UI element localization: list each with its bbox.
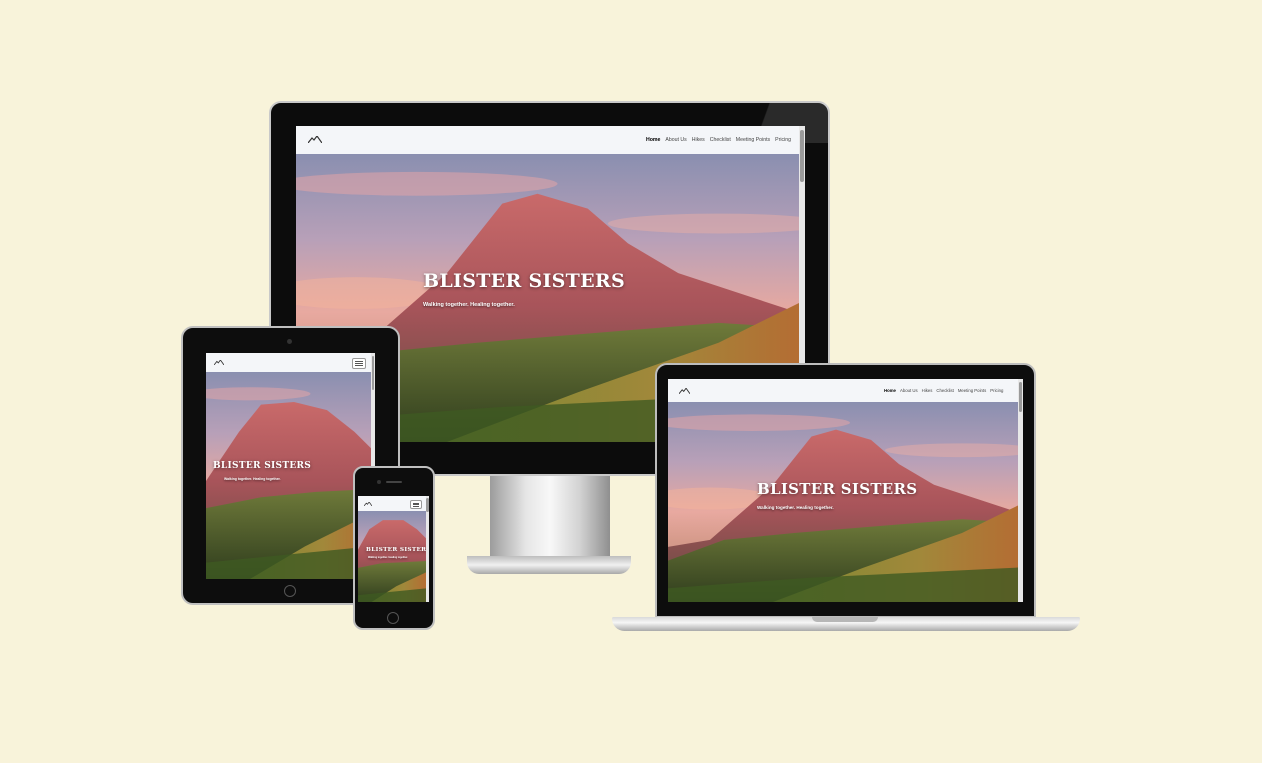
phone-screen: BLISTER SISTERS Walking together. Healin… [358,496,429,602]
tablet-camera [287,339,292,344]
phone-speaker [386,481,402,483]
laptop-screen: Home About Us Hikes Checklist Meeting Po… [668,379,1023,602]
navbar: Home About Us Hikes Checklist Meeting Po… [296,126,799,155]
monitor-stand [490,476,610,556]
hamburger-menu-icon[interactable] [352,358,366,369]
hero-image: BLISTER SISTERS Walking together. Healin… [206,372,371,579]
nav-item-meeting-points[interactable]: Meeting Points [958,388,986,393]
hero-title: BLISTER SISTERS [213,461,312,471]
nav-item-pricing[interactable]: Pricing [990,388,1003,393]
scrollbar[interactable] [426,496,429,602]
mountain-logo-icon[interactable] [308,136,322,143]
hero-image: BLISTER SISTERS Walking together. Healin… [358,511,426,602]
nav-item-about[interactable]: About Us [665,137,686,143]
hero-tagline: Walking together. Healing together. [757,505,834,510]
nav-item-checklist[interactable]: Checklist [710,137,731,143]
hero-image: BLISTER SISTERS Walking together. Healin… [668,402,1018,602]
nav-links: Home About Us Hikes Checklist Meeting Po… [646,137,791,143]
navbar [206,353,371,373]
hero-tagline: Walking together. Healing together. [224,477,281,481]
laptop-notch [812,617,878,622]
tablet-screen: BLISTER SISTERS Walking together. Healin… [206,353,375,579]
nav-item-hikes[interactable]: Hikes [922,388,933,393]
hero-title: BLISTER SISTERS [423,270,626,292]
nav-links: Home About Us Hikes Checklist Meeting Po… [884,388,1003,393]
mountain-logo-icon[interactable] [364,502,372,506]
hamburger-menu-icon[interactable] [410,500,422,509]
phone-home-button[interactable] [387,612,399,624]
nav-item-meeting-points[interactable]: Meeting Points [736,137,770,143]
nav-item-hikes[interactable]: Hikes [692,137,705,143]
hero-tagline: Walking together. Healing together. [368,556,408,559]
hero-title: BLISTER SISTERS [757,480,918,498]
nav-item-home[interactable]: Home [646,137,660,143]
monitor-stand-base [467,556,631,574]
hero-title: BLISTER SISTERS [366,547,426,553]
phone-camera [377,480,381,484]
mountain-landscape [668,414,1018,602]
navbar [358,496,426,512]
navbar: Home About Us Hikes Checklist Meeting Po… [668,379,1018,403]
nav-item-checklist[interactable]: Checklist [936,388,953,393]
mountain-logo-icon[interactable] [214,360,224,365]
hero-tagline: Walking together. Healing together. [423,302,515,308]
nav-item-about[interactable]: About Us [900,388,918,393]
mountain-landscape [206,387,371,579]
mountain-logo-icon[interactable] [679,388,690,394]
nav-item-home[interactable]: Home [884,388,896,393]
scrollbar[interactable] [1018,379,1023,602]
nav-item-pricing[interactable]: Pricing [775,137,791,143]
tablet-home-button[interactable] [284,585,296,597]
